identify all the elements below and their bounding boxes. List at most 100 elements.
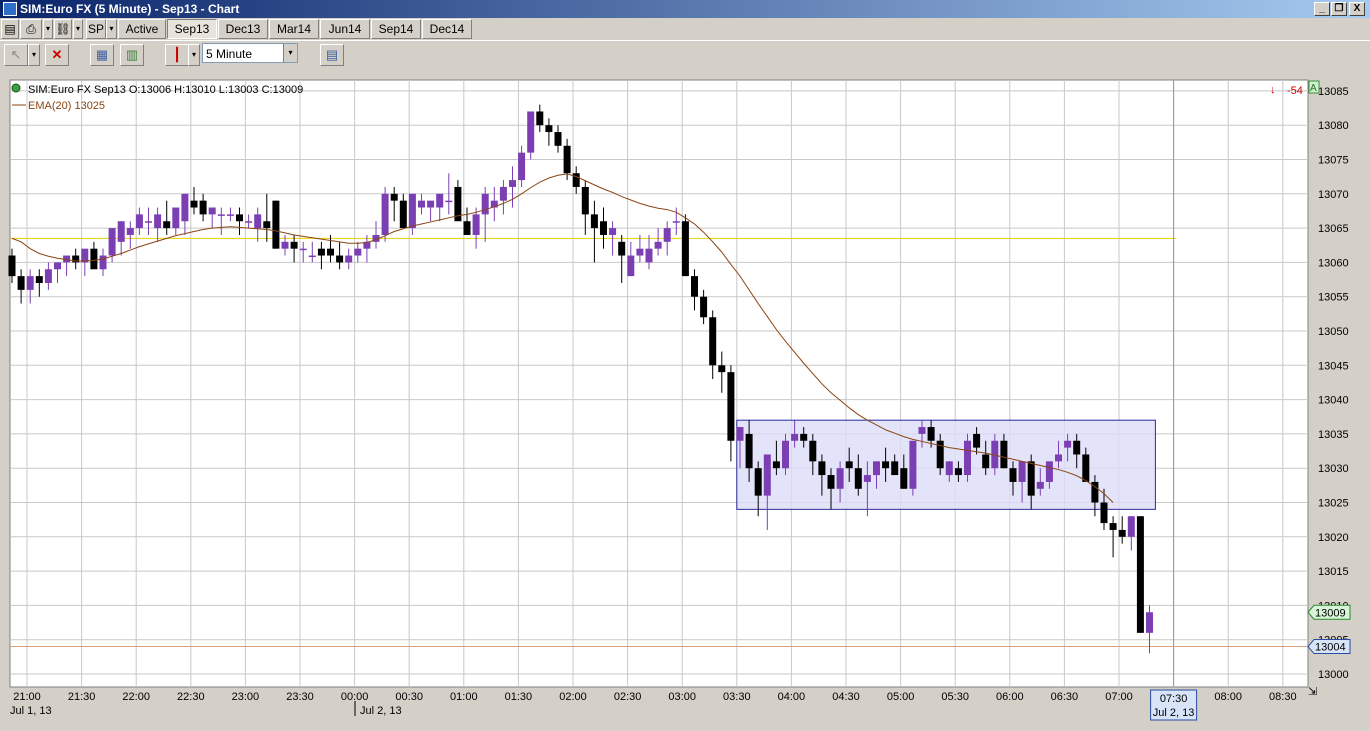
cursor-icon[interactable]: ↖ (4, 44, 28, 66)
candle-body (954, 468, 962, 476)
plot-area (9, 79, 1309, 688)
print-dropdown-arrow[interactable]: ▾ (43, 19, 53, 39)
cursor-dropdown-arrow[interactable]: ▾ (28, 44, 40, 66)
candle-body (527, 111, 535, 153)
time-tick-label: 21:30 (68, 691, 96, 703)
candle-body (609, 228, 617, 235)
tab-sep14[interactable]: Sep14 (371, 19, 421, 39)
candle-body (563, 145, 571, 174)
candle-body (518, 152, 526, 181)
candle-body (863, 475, 871, 482)
candle-body (1136, 516, 1144, 633)
candle-body (208, 207, 216, 215)
candle-body (1073, 440, 1081, 455)
candle-body (1127, 516, 1135, 537)
candle-body (418, 200, 425, 208)
candle-body (590, 214, 598, 229)
price-tick-label: 13055 (1318, 292, 1349, 304)
strategies-icon[interactable]: ▥ (120, 44, 144, 66)
candle-body (154, 214, 162, 229)
candle-body (181, 193, 189, 222)
link-icon[interactable]: ⛓ (54, 19, 72, 39)
candle-body (217, 214, 225, 216)
price-tick-label: 13075 (1318, 155, 1349, 167)
resize-grip-icon[interactable]: ⇲ (1308, 686, 1317, 698)
candle-body (1109, 523, 1117, 530)
candle-body (627, 255, 635, 277)
candle-body (772, 461, 780, 469)
indicators-icon[interactable]: ▦ (90, 44, 114, 66)
tab-jun14[interactable]: Jun14 (320, 19, 370, 39)
price-tick-label: 13070 (1318, 189, 1349, 201)
candle-body (1118, 529, 1126, 537)
time-tick-label: 22:30 (177, 691, 205, 703)
price-tick-label: 13035 (1318, 429, 1349, 441)
candle-body (982, 454, 990, 469)
tab-sep13[interactable]: Sep13 (167, 19, 217, 39)
candle-body (272, 200, 280, 249)
minimize-button[interactable]: _ (1314, 2, 1330, 16)
candle-body (399, 200, 407, 229)
account-flag-label: A (1310, 83, 1317, 94)
interval-value: 5 Minute (206, 47, 253, 61)
candle-body (354, 248, 362, 256)
restore-button[interactable]: ❐ (1331, 2, 1347, 16)
candle-body (536, 111, 544, 126)
close-window-button[interactable]: X (1349, 2, 1365, 16)
candle-body (654, 241, 662, 249)
time-tick-label: 04:00 (778, 691, 806, 703)
tab-mar14[interactable]: Mar14 (269, 19, 319, 39)
candle-body (481, 193, 489, 215)
candle-body (427, 200, 435, 208)
price-tick-label: 13000 (1318, 669, 1349, 681)
cursor-date-label: Jul 2, 13 (1153, 707, 1195, 719)
candle-body (463, 221, 471, 235)
interval-dropdown-arrow[interactable]: ▾ (283, 44, 297, 62)
print-icon[interactable]: ⎙ (20, 19, 42, 39)
candle-body (636, 248, 644, 256)
candle-body (226, 214, 234, 216)
candle-body (281, 241, 289, 249)
instrument-dropdown-arrow[interactable]: ▾ (106, 19, 117, 39)
data-box-icon[interactable]: ▤ (320, 44, 344, 66)
instrument-toolbar: ▤ ⎙ ▾ ⛓ ▾ SP ▾ Active Sep13 Dec13 Mar14 … (0, 18, 1370, 40)
candle-body (600, 221, 607, 235)
candle-body (381, 193, 389, 235)
time-tick-label: 01:30 (505, 691, 533, 703)
bar-type-dropdown-arrow[interactable]: ▾ (188, 44, 200, 66)
candle-body (408, 193, 416, 229)
candle-body (436, 193, 444, 208)
candle-body (745, 433, 753, 469)
bar-type-icon[interactable]: ┃ (165, 44, 189, 66)
candle-body (945, 461, 953, 476)
properties-icon[interactable]: ▤ (1, 19, 19, 39)
date-label: Jul 1, 13 (10, 705, 52, 717)
candle-body (126, 228, 134, 235)
price-tick-label: 13045 (1318, 360, 1349, 372)
candle-body (308, 255, 316, 258)
candle-body (509, 180, 516, 187)
candle-body (845, 461, 853, 469)
candle-body (836, 468, 844, 489)
price-chart[interactable]: 13085 13080 13075 13070 13065 13060 13055 13050… (0, 68, 1370, 728)
candle-body (117, 221, 125, 242)
time-tick-label: 05:30 (941, 691, 969, 703)
tab-active[interactable]: Active (118, 19, 166, 39)
tab-dec14[interactable]: Dec14 (422, 19, 472, 39)
candle-body (973, 433, 981, 448)
interval-select[interactable]: 5 Minute ▾ (202, 43, 298, 63)
candle-body (135, 214, 143, 229)
link-dropdown-arrow[interactable]: ▾ (73, 19, 83, 39)
time-tick-label: 22:00 (122, 691, 150, 703)
candle-body (900, 468, 908, 489)
tab-dec13[interactable]: Dec13 (218, 19, 268, 39)
time-tick-label: 23:30 (286, 691, 314, 703)
candle-body (236, 214, 243, 222)
candle-body (809, 440, 817, 462)
price-tick-label: 13085 (1318, 86, 1349, 98)
delete-icon[interactable]: ✕ (45, 44, 69, 66)
price-tick-label: 13030 (1318, 463, 1349, 475)
time-cursor-marker: 07:30 Jul 2, 13 (1150, 689, 1198, 721)
instrument-button[interactable]: SP (86, 19, 106, 39)
ask-price-label: 13004 (1315, 642, 1346, 654)
